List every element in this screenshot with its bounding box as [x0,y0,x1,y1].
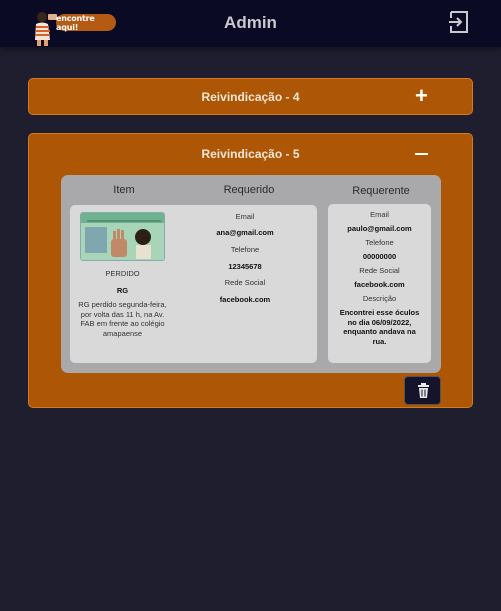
delete-button[interactable] [404,376,441,405]
claim-panel-4[interactable]: Reivindicação - 4 + [28,78,473,115]
claim-title: Reivindicação - 5 [201,147,300,161]
claim-title: Reivindicação - 4 [201,90,300,104]
column-header-requester: Requerente [352,185,410,197]
page-title: Admin [224,13,277,32]
requester-description-label: Descrição [362,294,397,303]
requester-phone: 00000000 [362,252,397,261]
item-name: RG [116,286,129,295]
column-header-requested: Requerido [223,184,275,196]
requester-email: paulo@gmail.com [347,224,412,233]
requester-social-label: Rede Social [359,266,400,275]
minus-icon[interactable] [415,153,428,155]
logout-icon[interactable] [447,10,471,34]
claim-panel-5[interactable]: Reivindicação - 5 Item Requerido Requere… [28,133,473,408]
requester-social: facebook.com [354,280,405,289]
top-bar: encontre aqui! Admin [0,0,501,47]
requested-social-label: Rede Social [224,278,266,287]
item-description: RG perdido segunda-feira, por volta das … [78,300,167,338]
requested-email-label: Email [235,212,255,221]
claim-detail-card: Item Requerido Requerente PERDIDO RG RG … [61,175,441,373]
trash-icon [418,383,429,398]
requester-phone-label: Telefone [365,238,394,247]
item-and-requested-box: PERDIDO RG RG perdido segunda-feira, por… [70,205,317,363]
plus-icon[interactable]: + [415,85,428,107]
requested-phone-label: Telefone [230,245,260,254]
requester-email-label: Email [370,210,389,219]
requested-phone: 12345678 [228,262,262,271]
item-status: PERDIDO [105,269,140,278]
column-header-item: Item [113,184,135,196]
requester-box: Email paulo@gmail.com Telefone 00000000 … [328,204,431,363]
item-photo[interactable] [80,212,165,261]
requested-email: ana@gmail.com [216,228,274,237]
requested-social: facebook.com [219,295,271,304]
requester-description: Encontrei esse óculos no dia 06/09/2022,… [339,308,420,346]
